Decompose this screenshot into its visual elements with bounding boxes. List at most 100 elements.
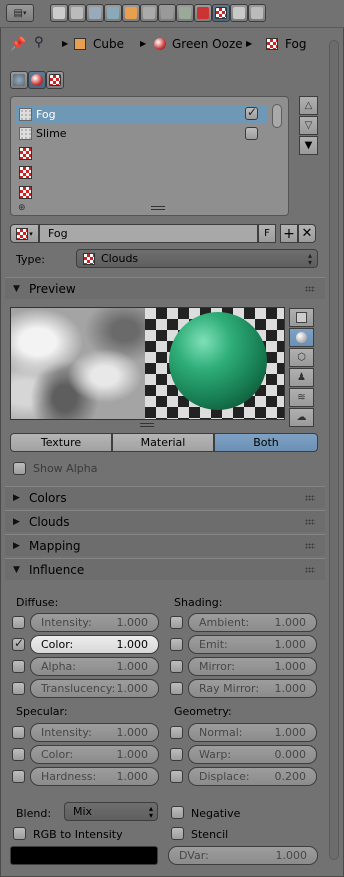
material-context-button[interactable]: [194, 4, 212, 22]
editor-type-menu[interactable]: ▤ ▾: [6, 4, 34, 22]
mapping-panel-header[interactable]: ▶ Mapping: [5, 534, 325, 556]
colors-panel-header[interactable]: ▶ Colors: [5, 486, 325, 508]
preview-sky-button[interactable]: ☁: [289, 408, 314, 427]
diffuse-factor-field[interactable]: Intensity: 1.000: [30, 613, 159, 632]
texture-name-field[interactable]: Fog: [39, 224, 258, 243]
shading-enable-checkbox[interactable]: [170, 638, 183, 651]
list-resize-grip[interactable]: [151, 206, 165, 210]
preview-cube-button[interactable]: ⬡: [289, 348, 314, 367]
slot-specials-button[interactable]: ▼: [299, 136, 318, 155]
physics-context-button[interactable]: [248, 4, 266, 22]
negative-label: Negative: [191, 807, 241, 820]
geometry-enable-checkbox[interactable]: [170, 726, 183, 739]
shading-factor-field[interactable]: Ray Mirror: 1.000: [188, 679, 317, 698]
preview-hair-button[interactable]: ≋: [289, 388, 314, 407]
texture-slot-row[interactable]: Slime: [16, 125, 268, 143]
texture-slot-row[interactable]: [16, 164, 268, 182]
new-texture-button[interactable]: +: [280, 224, 298, 243]
drag-grip-icon[interactable]: [305, 495, 315, 501]
blend-select[interactable]: Mix ▴ ▾: [64, 802, 158, 821]
unlink-texture-button[interactable]: ✕: [298, 224, 316, 243]
preview-mode-texture[interactable]: Texture: [10, 433, 112, 452]
shading-factor-field[interactable]: Emit: 1.000: [188, 635, 317, 654]
move-slot-up-button[interactable]: △: [299, 96, 318, 115]
preview-mode-texture-label: Texture: [40, 436, 82, 449]
fake-user-button[interactable]: F: [258, 224, 276, 243]
preview-mode-material[interactable]: Material: [112, 433, 214, 452]
material-texture-button[interactable]: [28, 71, 46, 89]
editor-scrollbar[interactable]: [329, 40, 339, 860]
geometry-enable-checkbox[interactable]: [170, 770, 183, 783]
modifiers-context-button[interactable]: [158, 4, 176, 22]
diffuse-factor-field[interactable]: Alpha: 1.000: [30, 657, 159, 676]
clouds-panel-header[interactable]: ▶ Clouds: [5, 510, 325, 532]
color-swatch[interactable]: [10, 846, 158, 865]
list-filter-icon[interactable]: ⊕: [18, 203, 26, 213]
shading-enable-checkbox[interactable]: [170, 682, 183, 695]
show-alpha-checkbox[interactable]: [13, 462, 26, 475]
diffuse-enable-checkbox[interactable]: [12, 616, 25, 629]
diffuse-enable-checkbox[interactable]: [12, 636, 25, 651]
texture-context-button[interactable]: [212, 4, 230, 22]
other-texture-button[interactable]: [46, 71, 64, 89]
shading-enable-checkbox[interactable]: [170, 616, 183, 629]
texture-slot-label: Fog: [36, 107, 56, 121]
dvar-field[interactable]: DVar: 1.000: [168, 846, 318, 865]
negative-checkbox[interactable]: [171, 806, 184, 819]
preview-flat-button[interactable]: [289, 308, 314, 327]
render-layers-context-button[interactable]: [68, 4, 86, 22]
colors-header-label: Colors: [29, 490, 67, 505]
drag-grip-icon[interactable]: [305, 567, 315, 573]
preview-resize-grip[interactable]: [140, 423, 154, 427]
world-context-button[interactable]: [104, 4, 122, 22]
factor-label: Normal:: [199, 726, 243, 739]
drag-grip-icon[interactable]: [305, 543, 315, 549]
texture-slot-enable-checkbox[interactable]: [245, 126, 258, 140]
texture-slot-row[interactable]: [16, 144, 268, 162]
type-select[interactable]: Clouds ▴ ▾: [76, 249, 318, 268]
diffuse-enable-checkbox[interactable]: [12, 660, 25, 673]
drag-grip-icon[interactable]: [305, 286, 315, 292]
list-scrollbar[interactable]: [272, 104, 282, 128]
texture-slot-row[interactable]: [16, 183, 268, 201]
world-texture-button[interactable]: [10, 71, 28, 89]
specular-factor-field[interactable]: Intensity: 1.000: [30, 723, 159, 742]
geometry-enable-checkbox[interactable]: [170, 748, 183, 761]
shading-factor-field[interactable]: Ambient: 1.000: [188, 613, 317, 632]
specular-enable-checkbox[interactable]: [12, 726, 25, 739]
type-label: Type:: [16, 253, 45, 266]
specular-enable-checkbox[interactable]: [12, 748, 25, 761]
hair-icon: ≋: [297, 392, 306, 403]
stencil-checkbox[interactable]: [171, 827, 184, 840]
texture-slot-enable-checkbox[interactable]: [245, 105, 258, 120]
specular-enable-checkbox[interactable]: [12, 770, 25, 783]
diffuse-factor-field[interactable]: Translucency: 1.000: [30, 679, 159, 698]
shading-factor-field[interactable]: Mirror: 1.000: [188, 657, 317, 676]
texture-slot-row[interactable]: Fog: [16, 105, 268, 123]
geometry-factor-field[interactable]: Warp: 0.000: [188, 745, 317, 764]
drag-grip-icon[interactable]: [305, 519, 315, 525]
preview-panel-header[interactable]: ▼ Preview: [5, 277, 325, 299]
geometry-factor-field[interactable]: Normal: 1.000: [188, 723, 317, 742]
preview-monkey-button[interactable]: ♟: [289, 368, 314, 387]
texture-browse-button[interactable]: ▾: [10, 224, 39, 243]
preview-sphere-button[interactable]: [289, 328, 314, 347]
scene-context-button[interactable]: [86, 4, 104, 22]
object-context-button[interactable]: [122, 4, 140, 22]
influence-panel-header[interactable]: ▼ Influence: [5, 558, 325, 580]
pin-icon[interactable]: 📌: [10, 37, 26, 52]
preview-mode-both[interactable]: Both: [214, 433, 318, 452]
diffuse-factor-field[interactable]: Color: 1.000: [30, 635, 159, 654]
geometry-factor-field[interactable]: Displace: 0.200: [188, 767, 317, 786]
constraints-context-button[interactable]: [140, 4, 158, 22]
specular-factor-field[interactable]: Hardness: 1.000: [30, 767, 159, 786]
move-slot-down-button[interactable]: ▽: [299, 116, 318, 135]
render-context-button[interactable]: [50, 4, 68, 22]
cube-icon: ⬡: [297, 352, 306, 363]
particles-context-button[interactable]: [230, 4, 248, 22]
shading-enable-checkbox[interactable]: [170, 660, 183, 673]
mesh-data-context-button[interactable]: [176, 4, 194, 22]
diffuse-enable-checkbox[interactable]: [12, 682, 25, 695]
rgb-to-intensity-checkbox[interactable]: [13, 827, 26, 840]
specular-factor-field[interactable]: Color: 1.000: [30, 745, 159, 764]
